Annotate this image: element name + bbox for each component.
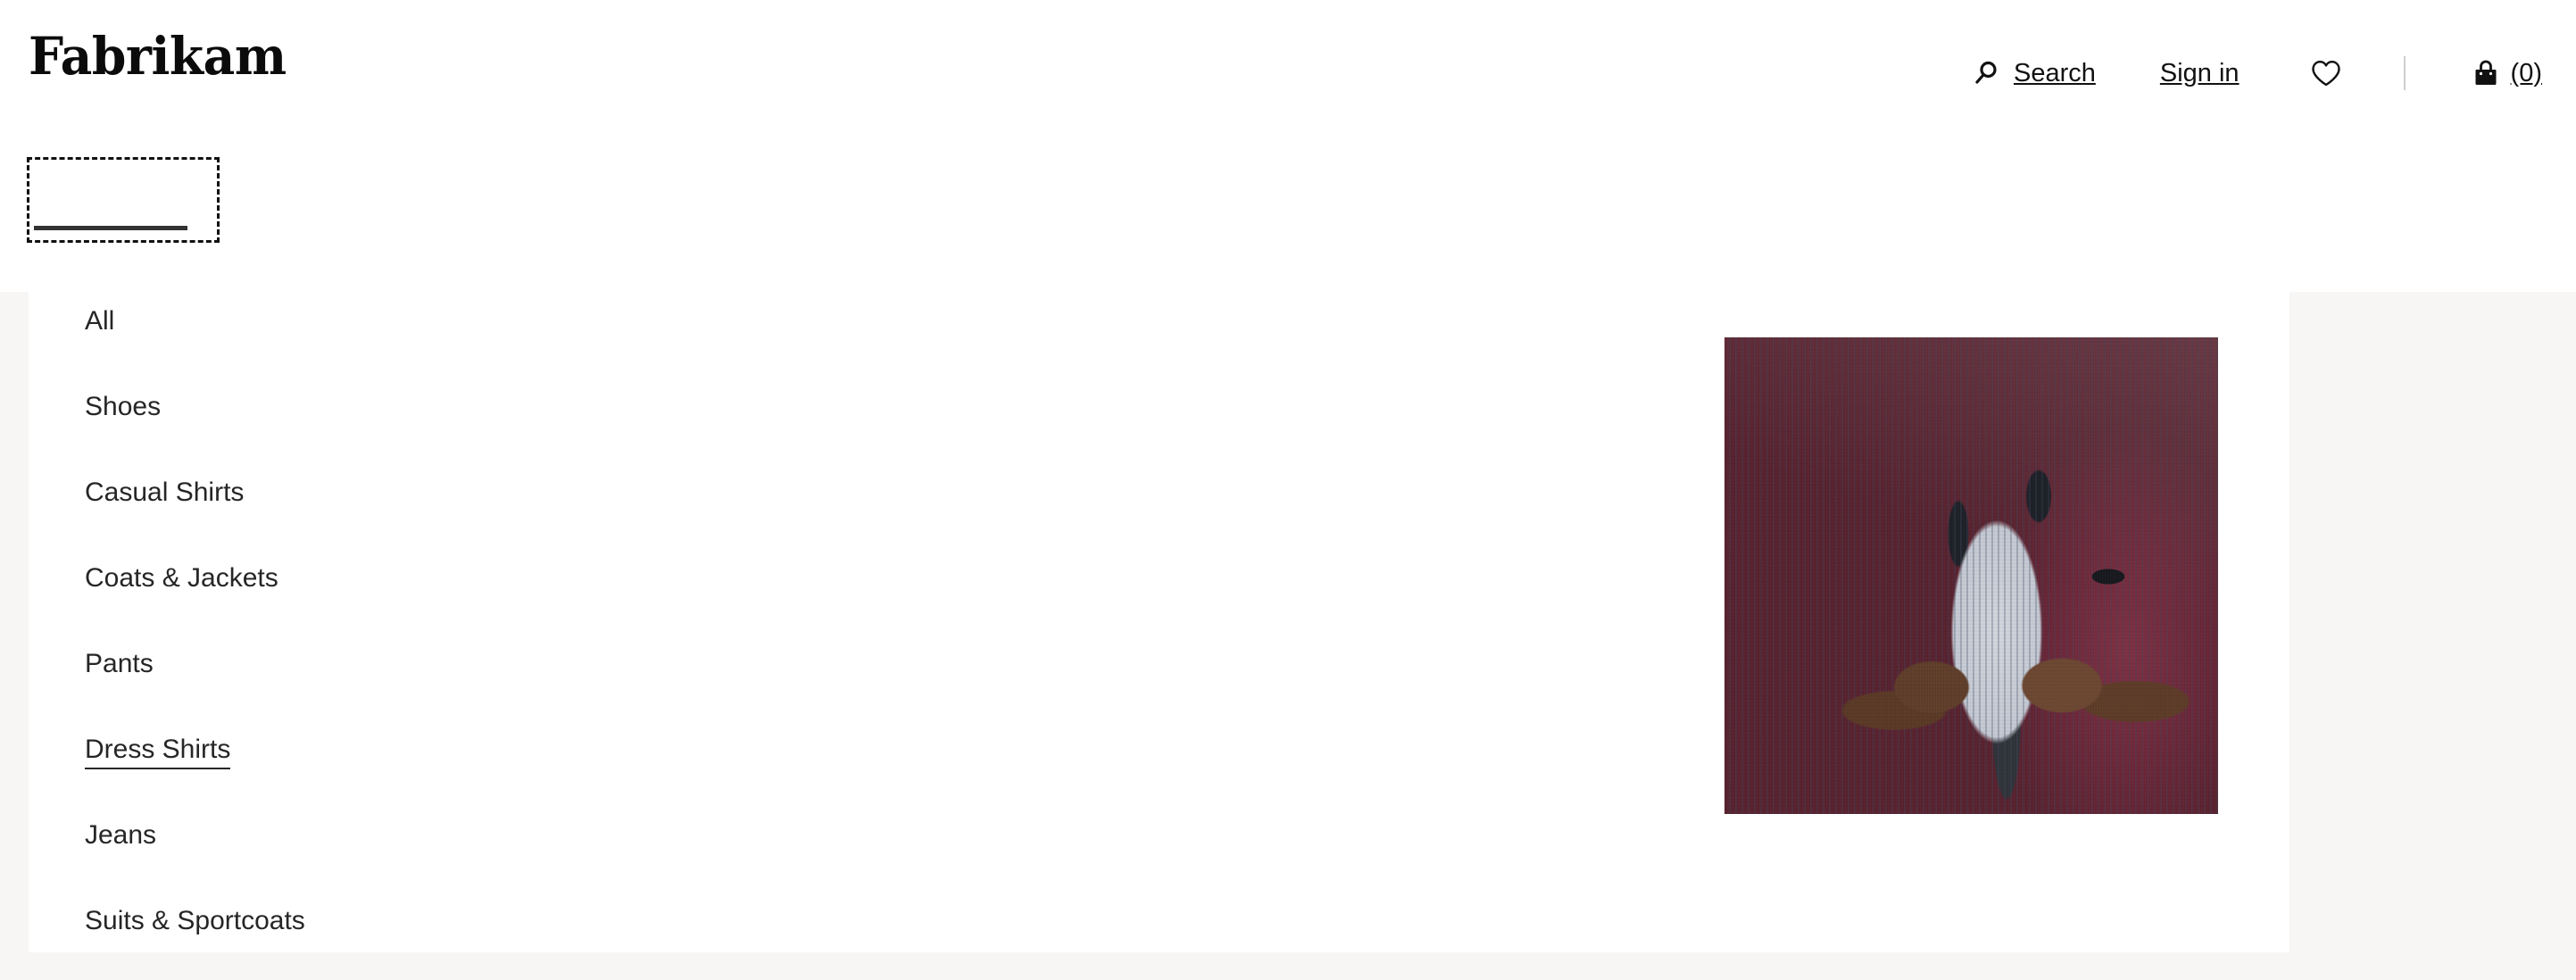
flyout-item-all[interactable]: All xyxy=(85,292,799,378)
wishlist-button[interactable] xyxy=(2311,60,2341,87)
flyout-item-label: Shoes xyxy=(85,392,162,421)
flyout-item-jeans[interactable]: Jeans xyxy=(85,806,799,892)
flyout-item-label: Coats & Jackets xyxy=(85,563,278,593)
header-utility-nav: Search Sign in (0) xyxy=(1973,46,2576,100)
heart-icon xyxy=(2311,60,2341,87)
flyout-item-label: Jeans xyxy=(85,820,157,850)
flyout-item-coats-and-jackets[interactable]: Coats & Jackets xyxy=(85,549,799,635)
header-divider xyxy=(2403,56,2406,90)
promo-photo xyxy=(1724,337,2218,814)
flyout-item-label: Suits & Sportcoats xyxy=(85,906,305,935)
flyout-item-label: All xyxy=(85,306,115,336)
cart-button[interactable]: (0) xyxy=(2473,60,2542,87)
flyout-item-shoes[interactable]: Shoes xyxy=(85,378,799,463)
sign-in-label: Sign in xyxy=(2159,58,2239,87)
main-navigation: Menswear Accessories Womenswear xyxy=(0,143,2576,365)
flyout-item-dress-shirts[interactable]: Dress Shirts xyxy=(85,720,799,806)
menswear-flyout-panel: All Shoes Casual Shirts Coats & Jackets … xyxy=(29,292,2289,952)
flyout-item-label: Pants xyxy=(85,649,154,678)
search-label: Search xyxy=(2013,58,2096,87)
cart-count: (0) xyxy=(2510,58,2542,87)
flyout-item-pants[interactable]: Pants xyxy=(85,635,799,720)
brand-logo[interactable]: Fabrikam xyxy=(29,30,287,82)
sign-in-button[interactable]: Sign in xyxy=(2159,58,2239,87)
flyout-item-casual-shirts[interactable]: Casual Shirts xyxy=(85,463,799,549)
search-icon xyxy=(1973,60,1999,87)
flyout-item-label: Dress Shirts xyxy=(85,736,231,769)
flyout-promo-image[interactable] xyxy=(1724,337,2218,814)
shopping-bag-icon xyxy=(2473,60,2498,87)
menswear-category-list: All Shoes Casual Shirts Coats & Jackets … xyxy=(85,292,799,977)
page-root: Fabrikam Search Sign in (0) All Shoes Ca… xyxy=(0,0,2576,980)
nav-active-indicator xyxy=(34,226,187,230)
flyout-item-label: Casual Shirts xyxy=(85,478,245,507)
flyout-item-suits-and-sportcoats[interactable]: Suits & Sportcoats xyxy=(85,892,799,977)
site-header: Fabrikam Search Sign in (0) xyxy=(0,0,2576,143)
search-button[interactable]: Search xyxy=(1973,60,2096,87)
